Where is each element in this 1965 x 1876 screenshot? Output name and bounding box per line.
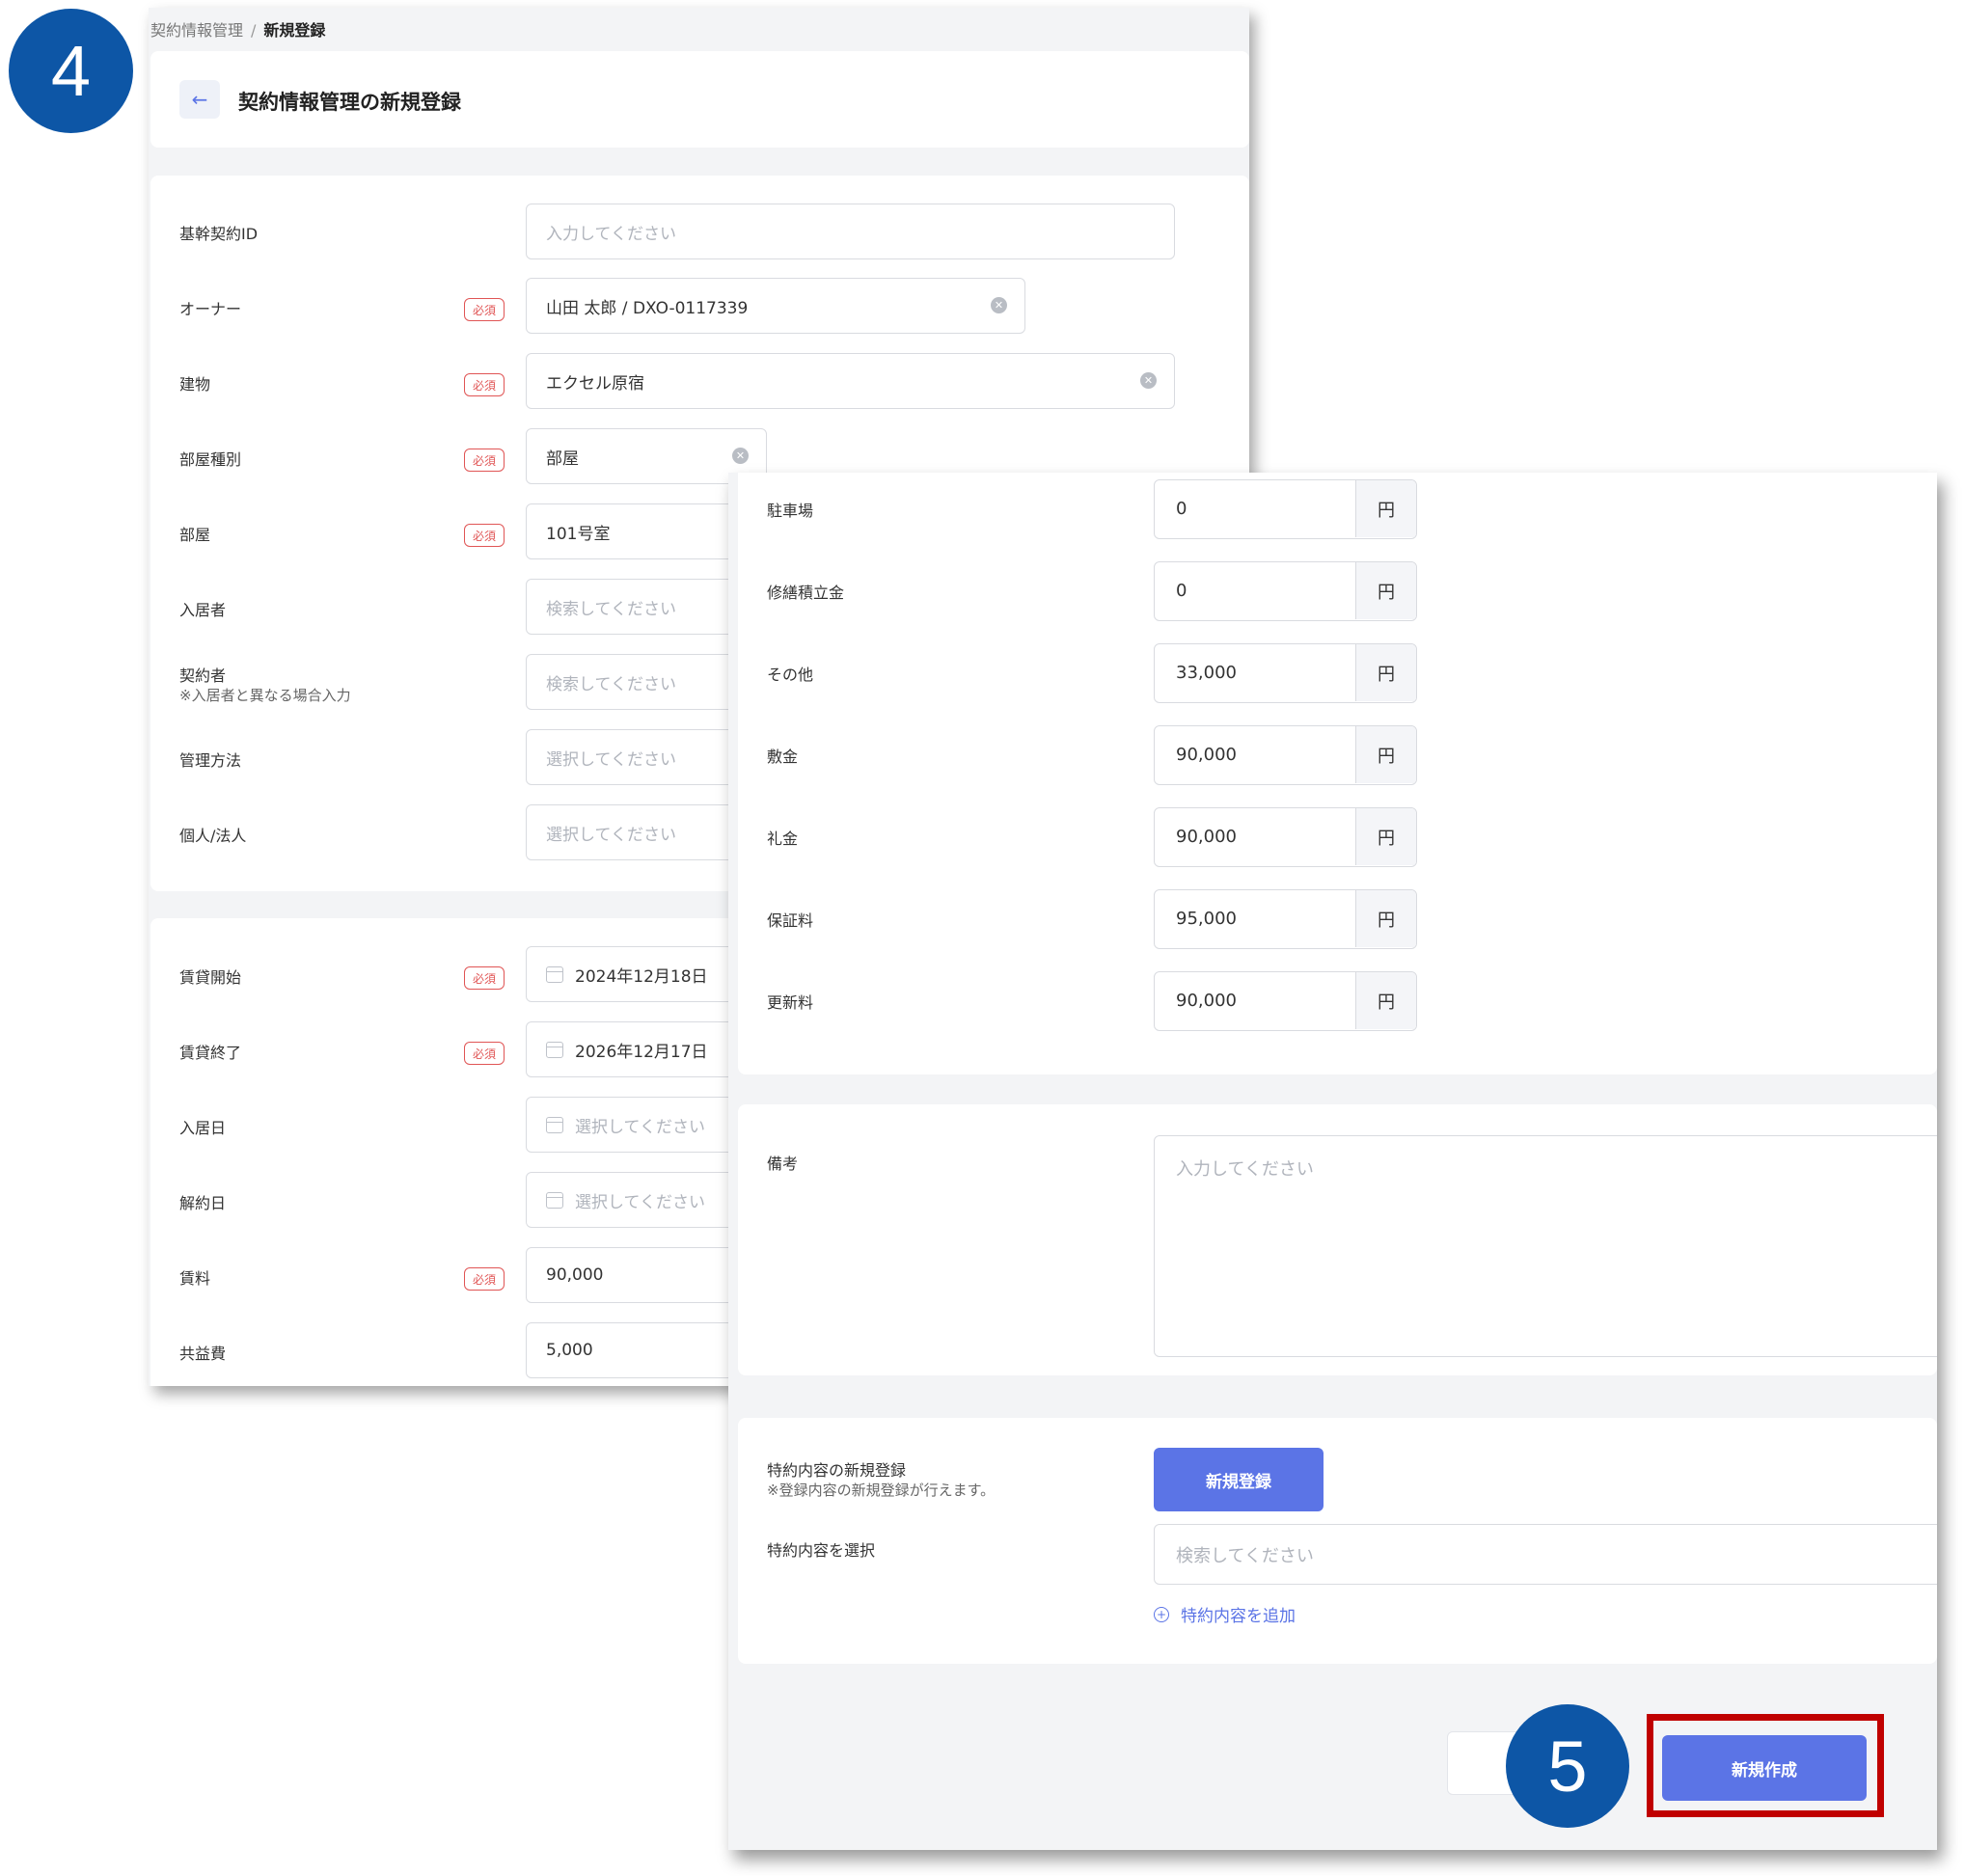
arrow-left-icon: ← (191, 88, 208, 111)
breadcrumb-separator: / (251, 21, 257, 40)
lease-end-label: 賃貸終了 (179, 1044, 242, 1062)
fee-label-deposit: 敷金 (767, 748, 799, 766)
breadcrumb-parent[interactable]: 契約情報管理 (150, 21, 243, 40)
lease-start-value: 2024年12月18日 (575, 966, 708, 987)
fee-input-other[interactable]: 33,000 円 (1154, 643, 1417, 703)
fee-label-repair-reserve: 修繕積立金 (767, 584, 845, 602)
room-type-value: 部屋 (546, 449, 579, 469)
currency-unit: 円 (1355, 480, 1416, 537)
required-badge: 必須 (464, 373, 505, 396)
required-badge: 必須 (464, 1042, 505, 1065)
page-title: 契約情報管理の新規登録 (238, 91, 461, 114)
building-label: 建物 (179, 375, 211, 394)
currency-unit: 円 (1355, 808, 1416, 865)
calendar-icon (546, 1041, 563, 1058)
owner-value: 山田 太郎 / DXO-0117339 (546, 298, 749, 318)
special-search-input[interactable]: 検索してください (1154, 1524, 1937, 1585)
fee-input-guarantee[interactable]: 95,000 円 (1154, 889, 1417, 949)
room-value: 101号室 (546, 524, 611, 544)
special-select-label: 特約内容を選択 (767, 1541, 876, 1560)
cancel-date-label: 解約日 (179, 1194, 227, 1212)
base-contract-id-label: 基幹契約ID (179, 225, 259, 243)
move-in-placeholder: 選択してください (575, 1117, 705, 1137)
contractor-note: ※入居者と異なる場合入力 (179, 687, 351, 704)
add-special-link-text: 特約内容を追加 (1181, 1607, 1296, 1626)
common-fee-value: 5,000 (546, 1341, 593, 1360)
lease-end-value: 2026年12月17日 (575, 1042, 708, 1062)
required-badge: 必須 (464, 449, 505, 472)
fee-input-key-money[interactable]: 90,000 円 (1154, 807, 1417, 867)
management-label: 管理方法 (179, 751, 242, 770)
special-register-label-text: 特約内容の新規登録 (767, 1461, 907, 1480)
currency-unit: 円 (1355, 726, 1416, 783)
step-5-badge: 5 (1506, 1704, 1629, 1828)
room-label: 部屋 (179, 526, 211, 544)
owner-select[interactable]: 山田 太郎 / DXO-0117339 ✕ (526, 278, 1025, 334)
fee-label-guarantee: 保証料 (767, 911, 814, 930)
special-terms-card: 特約内容の新規登録 ※登録内容の新規登録が行えます。 新規登録 特約内容を選択 … (738, 1418, 1937, 1664)
lease-start-label: 賃貸開始 (179, 968, 242, 987)
contract-form-screenshot-bottom: 駐車場 0 円 修繕積立金 0 円 その他 33,000 円 敷金 90,000… (728, 473, 1937, 1850)
fees-card: 駐車場 0 円 修繕積立金 0 円 その他 33,000 円 敷金 90,000… (738, 473, 1937, 1074)
remarks-textarea[interactable]: 入力してください (1154, 1135, 1937, 1357)
currency-unit: 円 (1355, 972, 1416, 1029)
person-type-label: 個人/法人 (179, 827, 247, 845)
create-button-highlight (1647, 1714, 1884, 1817)
base-contract-id-input[interactable]: 入力してください (526, 204, 1175, 259)
clear-icon[interactable]: ✕ (1140, 372, 1157, 389)
fee-label-parking: 駐車場 (767, 502, 814, 520)
fee-value: 33,000 (1176, 663, 1237, 683)
fee-label-renewal: 更新料 (767, 993, 814, 1012)
breadcrumb-current: 新規登録 (263, 21, 326, 40)
plus-circle-icon: + (1154, 1606, 1169, 1622)
special-register-button[interactable]: 新規登録 (1154, 1448, 1324, 1511)
contractor-label: 契約者 ※入居者と異なる場合入力 (179, 666, 351, 705)
contractor-label-text: 契約者 (179, 666, 227, 685)
building-select[interactable]: エクセル原宿 ✕ (526, 353, 1175, 409)
breadcrumb: 契約情報管理 / 新規登録 (150, 17, 325, 41)
resident-label: 入居者 (179, 601, 227, 619)
cancel-date-placeholder: 選択してください (575, 1192, 705, 1212)
currency-unit: 円 (1355, 890, 1416, 947)
required-badge: 必須 (464, 524, 505, 547)
currency-unit: 円 (1355, 644, 1416, 701)
fee-value: 0 (1176, 581, 1187, 601)
fee-value: 90,000 (1176, 827, 1237, 847)
remarks-label: 備考 (767, 1155, 799, 1173)
clear-icon[interactable]: ✕ (991, 297, 1007, 313)
fee-value: 95,000 (1176, 909, 1237, 929)
remarks-card: 備考 入力してください (738, 1104, 1937, 1375)
required-badge: 必須 (464, 966, 505, 990)
special-register-label: 特約内容の新規登録 ※登録内容の新規登録が行えます。 (767, 1461, 995, 1500)
move-in-label: 入居日 (179, 1119, 227, 1137)
currency-unit: 円 (1355, 562, 1416, 619)
back-button[interactable]: ← (179, 80, 220, 119)
rent-label: 賃料 (179, 1269, 211, 1288)
common-fee-label: 共益費 (179, 1345, 227, 1363)
fee-input-parking[interactable]: 0 円 (1154, 479, 1417, 539)
required-badge: 必須 (464, 298, 505, 321)
calendar-icon (546, 965, 563, 983)
room-type-label: 部屋種別 (179, 450, 242, 469)
fee-label-other: その他 (767, 666, 814, 684)
fee-value: 90,000 (1176, 991, 1237, 1011)
fee-value: 0 (1176, 499, 1187, 519)
calendar-icon (546, 1191, 563, 1209)
owner-label: オーナー (179, 300, 242, 318)
required-badge: 必須 (464, 1267, 505, 1291)
add-special-link[interactable]: + 特約内容を追加 (1154, 1602, 1296, 1626)
fee-input-renewal[interactable]: 90,000 円 (1154, 971, 1417, 1031)
step-4-badge: 4 (9, 9, 133, 133)
clear-icon[interactable]: ✕ (732, 448, 749, 464)
fee-label-key-money: 礼金 (767, 829, 799, 848)
rent-value: 90,000 (546, 1265, 604, 1285)
special-register-note: ※登録内容の新規登録が行えます。 (767, 1482, 996, 1499)
fee-input-repair-reserve[interactable]: 0 円 (1154, 561, 1417, 621)
building-value: エクセル原宿 (546, 373, 644, 394)
fee-input-deposit[interactable]: 90,000 円 (1154, 725, 1417, 785)
fee-value: 90,000 (1176, 745, 1237, 765)
header-card: ← 契約情報管理の新規登録 (150, 51, 1249, 148)
calendar-icon (546, 1116, 563, 1133)
